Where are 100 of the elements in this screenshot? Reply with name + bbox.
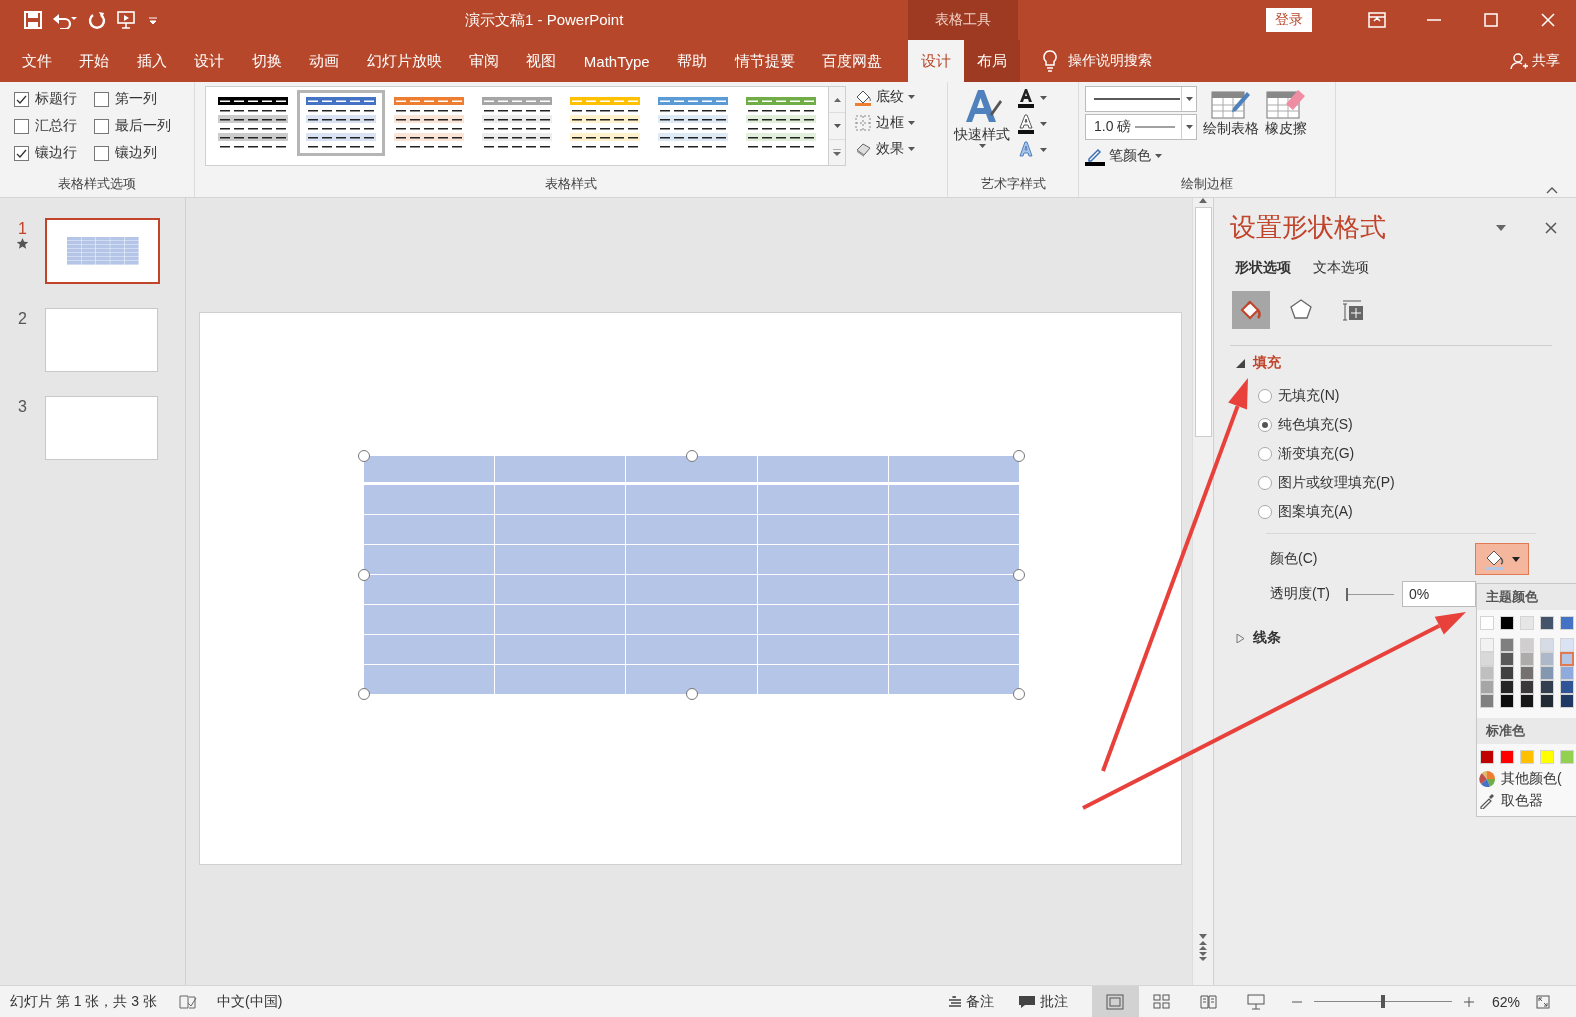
- radio-button[interactable]: [1258, 418, 1272, 432]
- pentagon-icon[interactable]: [1289, 298, 1313, 322]
- transparency-field[interactable]: 0%: [1402, 581, 1476, 607]
- pen-color-button[interactable]: 笔颜色: [1085, 146, 1197, 166]
- color-swatch[interactable]: [1520, 616, 1534, 630]
- next-slide-icon[interactable]: [1199, 952, 1207, 961]
- slide-thumbnail[interactable]: [45, 308, 158, 372]
- fill-bucket-icon[interactable]: [1239, 298, 1263, 322]
- ribbon-tab[interactable]: 切换: [239, 40, 294, 82]
- color-swatch[interactable]: [1540, 652, 1554, 666]
- shading-button[interactable]: 底纹: [854, 88, 915, 106]
- draw-table-button[interactable]: 绘制表格: [1203, 86, 1259, 138]
- checkbox[interactable]: [94, 91, 109, 107]
- ribbon-tab[interactable]: 百度网盘: [809, 40, 894, 82]
- pen-weight-dropdown[interactable]: 1.0 磅: [1085, 114, 1197, 140]
- caret-icon[interactable]: [1040, 148, 1047, 152]
- zoom-slider-thumb[interactable]: [1380, 995, 1385, 1008]
- slide-thumbnail[interactable]: [45, 218, 160, 284]
- quick-styles-button[interactable]: 快速样式: [954, 86, 1010, 160]
- pane-tab[interactable]: 形状选项: [1235, 259, 1291, 277]
- login-button[interactable]: 登录: [1266, 8, 1312, 32]
- scroll-down-icon[interactable]: [1199, 934, 1207, 939]
- ribbon-tab[interactable]: 布局: [964, 40, 1020, 82]
- borders-button[interactable]: 边框: [854, 114, 915, 132]
- color-swatch[interactable]: [1500, 652, 1514, 666]
- color-swatch[interactable]: [1520, 666, 1534, 680]
- color-swatch[interactable]: [1520, 652, 1534, 666]
- color-swatch[interactable]: [1480, 694, 1494, 708]
- resize-handle[interactable]: [358, 688, 370, 700]
- save-icon[interactable]: [24, 11, 42, 29]
- tell-me-search[interactable]: 操作说明搜索: [1068, 52, 1152, 70]
- slide-thumbnail[interactable]: [45, 396, 158, 460]
- color-swatch[interactable]: [1560, 694, 1574, 708]
- section-header[interactable]: 线条: [1236, 629, 1576, 647]
- color-swatch[interactable]: [1500, 694, 1514, 708]
- eraser-button[interactable]: 橡皮擦: [1265, 86, 1307, 138]
- checkbox[interactable]: [14, 91, 29, 107]
- sorter-view-icon[interactable]: [1153, 993, 1172, 1010]
- resize-handle[interactable]: [358, 450, 370, 462]
- collapse-ribbon-icon[interactable]: [1546, 187, 1558, 194]
- checkbox[interactable]: [14, 145, 29, 161]
- color-swatch[interactable]: [1480, 680, 1494, 694]
- radio-button[interactable]: [1258, 389, 1272, 403]
- gallery-more-icon[interactable]: [833, 148, 841, 156]
- ribbon-tab[interactable]: 插入: [124, 40, 179, 82]
- ribbon-display-icon[interactable]: [1367, 12, 1386, 28]
- normal-view-icon[interactable]: [1106, 993, 1125, 1010]
- resize-handle[interactable]: [1013, 450, 1025, 462]
- effects-button[interactable]: 效果: [854, 140, 915, 158]
- radio-button[interactable]: [1258, 447, 1272, 461]
- pane-options-icon[interactable]: [1496, 224, 1506, 231]
- pen-style-dropdown[interactable]: [1085, 86, 1197, 112]
- ribbon-tab[interactable]: 设计: [182, 40, 237, 82]
- menu-item[interactable]: 取色器: [1477, 790, 1576, 812]
- color-swatch[interactable]: [1500, 638, 1514, 652]
- table-style-thumbnail[interactable]: [297, 90, 385, 156]
- previous-slide-icon[interactable]: [1199, 941, 1207, 950]
- color-swatch[interactable]: [1540, 616, 1554, 630]
- person-add-icon[interactable]: [1510, 52, 1528, 70]
- resize-handle[interactable]: [1013, 688, 1025, 700]
- color-swatch[interactable]: [1560, 680, 1574, 694]
- color-swatch[interactable]: [1540, 750, 1554, 764]
- color-swatch[interactable]: [1540, 666, 1554, 680]
- ribbon-tab[interactable]: 动画: [297, 40, 352, 82]
- checkbox[interactable]: [94, 145, 109, 161]
- reading-view-icon[interactable]: [1200, 993, 1219, 1010]
- notes-button[interactable]: 备注: [947, 992, 994, 1011]
- zoom-level[interactable]: 62%: [1491, 993, 1520, 1010]
- color-swatch[interactable]: [1540, 694, 1554, 708]
- color-swatch[interactable]: [1540, 638, 1554, 652]
- ribbon-tab[interactable]: MathType: [571, 40, 662, 82]
- checkbox[interactable]: [94, 118, 109, 134]
- presentation-icon[interactable]: [116, 10, 138, 30]
- color-swatch[interactable]: [1560, 666, 1574, 680]
- lightbulb-icon[interactable]: [1042, 50, 1058, 72]
- color-swatch[interactable]: [1560, 638, 1574, 652]
- spelling-check-icon[interactable]: [179, 994, 198, 1009]
- color-swatch[interactable]: [1500, 680, 1514, 694]
- radio-button[interactable]: [1258, 476, 1272, 490]
- color-swatch[interactable]: [1500, 666, 1514, 680]
- ribbon-tab[interactable]: 视图: [514, 40, 569, 82]
- color-swatch[interactable]: [1520, 638, 1534, 652]
- resize-handle[interactable]: [358, 569, 370, 581]
- close-icon[interactable]: [1545, 221, 1557, 234]
- fill-color-button[interactable]: [1475, 543, 1529, 575]
- customize-caret-icon[interactable]: [148, 15, 158, 25]
- checkbox[interactable]: [14, 118, 29, 134]
- color-swatch[interactable]: [1480, 652, 1494, 666]
- color-swatch[interactable]: [1500, 750, 1514, 764]
- color-swatch[interactable]: [1560, 652, 1574, 666]
- maximize-icon[interactable]: [1483, 13, 1498, 27]
- scroll-up-icon[interactable]: [833, 97, 841, 102]
- ribbon-tab[interactable]: 审阅: [456, 40, 511, 82]
- text-fill-icon[interactable]: [1018, 88, 1034, 108]
- color-swatch[interactable]: [1520, 680, 1534, 694]
- caret-icon[interactable]: [1040, 122, 1047, 126]
- zoom-in-icon[interactable]: [1463, 996, 1474, 1007]
- comments-button[interactable]: 批注: [1017, 992, 1068, 1011]
- color-swatch[interactable]: [1480, 666, 1494, 680]
- color-swatch[interactable]: [1520, 750, 1534, 764]
